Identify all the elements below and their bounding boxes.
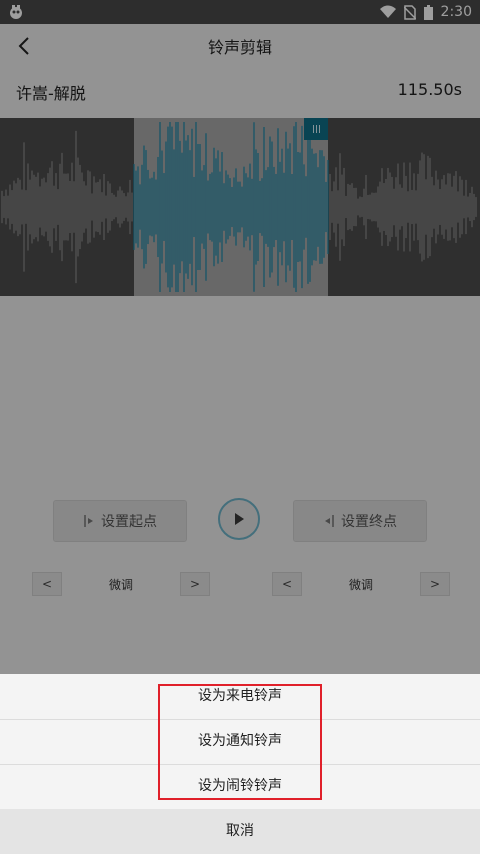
cancel-button[interactable]: 取消: [0, 809, 480, 854]
highlight-box: [158, 684, 322, 800]
